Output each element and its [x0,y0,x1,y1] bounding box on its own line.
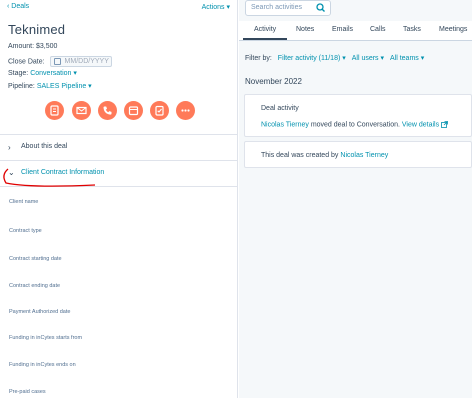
email-button[interactable] [72,101,91,120]
search-icon[interactable] [314,2,328,14]
deal-activity-user-link[interactable]: Nicolas Tierney [261,121,309,128]
tab-meetings[interactable]: Meetings [439,26,467,33]
filter-activity-dropdown[interactable]: Filter activity (11/18) ▾ [278,55,346,62]
task-button[interactable] [150,101,169,120]
deal-created-user-link[interactable]: Nicolas Tierney [340,152,388,159]
month-heading: November 2022 [245,77,302,86]
about-deal-label: About this deal [21,143,68,150]
field-client-name: Client name [9,199,39,205]
tab-emails[interactable]: Emails [332,26,353,33]
about-deal-section[interactable]: › About this deal [0,134,237,160]
close-date-label: Close Date: [8,58,45,66]
tab-activity[interactable]: Activity [254,26,276,33]
field-pre-paid-cases: Pre-paid cases [9,389,46,395]
filter-by-label: Filter by: [245,55,272,62]
deal-activity-title: Deal activity [261,105,299,112]
tab-calls[interactable]: Calls [370,26,386,33]
calendar-icon [53,58,61,65]
activity-panel: Search activities Activity Notes Emails … [239,0,472,398]
chevron-right-icon: › [8,143,11,152]
email-icon [76,106,87,115]
stage-dropdown[interactable]: Conversation ▾ [30,70,77,77]
external-link-icon [441,121,448,128]
meeting-button[interactable] [124,101,143,120]
deal-activity-text: moved deal to Conversation. [310,121,400,129]
pipeline-label: Pipeline: [8,83,35,90]
close-date-input[interactable]: MM/DD/YYYY [49,56,112,67]
field-contract-ending-date: Contract ending date [9,283,61,289]
pipeline-dropdown[interactable]: SALES Pipeline ▾ [37,83,92,90]
field-payment-authorized-date: Payment Authorized date [9,309,71,315]
amount-line: Amount: $3,500 [8,43,58,50]
note-button[interactable] [45,101,64,120]
all-users-dropdown[interactable]: All users ▾ [352,55,384,62]
actions-dropdown[interactable]: Actions ▾ [202,3,230,11]
pipeline-line: Pipeline: SALES Pipeline ▾ [8,82,92,90]
meeting-icon [128,106,139,116]
active-tab-indicator [243,38,287,40]
phone-icon [103,106,112,115]
stage-line: Stage: Conversation ▾ [8,69,77,77]
deal-sidebar: ‹ Deals Actions ▾ Teknimed Amount: $3,50… [0,0,238,398]
search-activities-input[interactable]: Search activities [245,0,331,16]
filter-bar: Filter by: Filter activity (11/18) ▾ All… [245,54,424,62]
search-placeholder: Search activities [251,4,302,11]
view-details-link[interactable]: View details [402,121,439,128]
field-contract-starting-date: Contract starting date [9,256,62,262]
tab-tasks[interactable]: Tasks [403,26,421,33]
left-top-bar: ‹ Deals Actions ▾ [7,3,235,15]
field-contract-type: Contract type [9,228,42,234]
all-teams-dropdown[interactable]: All teams ▾ [390,55,424,62]
more-icon [181,109,190,112]
note-icon [50,105,59,116]
back-to-deals-link[interactable]: ‹ Deals [7,3,29,10]
activity-tabs: Activity Notes Emails Calls Tasks Meetin… [239,21,472,41]
deal-activity-line: Nicolas Tierney moved deal to Conversati… [261,121,448,128]
field-funding-ends: Funding in inCytes ends on [9,362,76,368]
close-date-line: Close Date: MM/DD/YYYY [8,56,112,67]
stage-label: Stage: [8,70,29,77]
close-date-placeholder: MM/DD/YYYY [64,58,109,65]
deal-created-card: This deal was created by Nicolas Tierney [244,141,472,168]
tab-notes[interactable]: Notes [296,26,314,33]
deal-activity-card: Deal activity Nicolas Tierney moved deal… [244,94,472,137]
quick-action-row [45,101,205,121]
task-icon [155,105,164,116]
deal-created-line: This deal was created by Nicolas Tierney [261,152,388,159]
field-funding-starts: Funding in inCytes starts from [9,335,83,341]
more-actions-button[interactable] [176,101,195,120]
deal-created-text: This deal was created by [261,152,339,159]
call-button[interactable] [98,101,117,120]
red-annotation-stroke [3,168,96,187]
deal-title: Teknimed [8,22,66,37]
